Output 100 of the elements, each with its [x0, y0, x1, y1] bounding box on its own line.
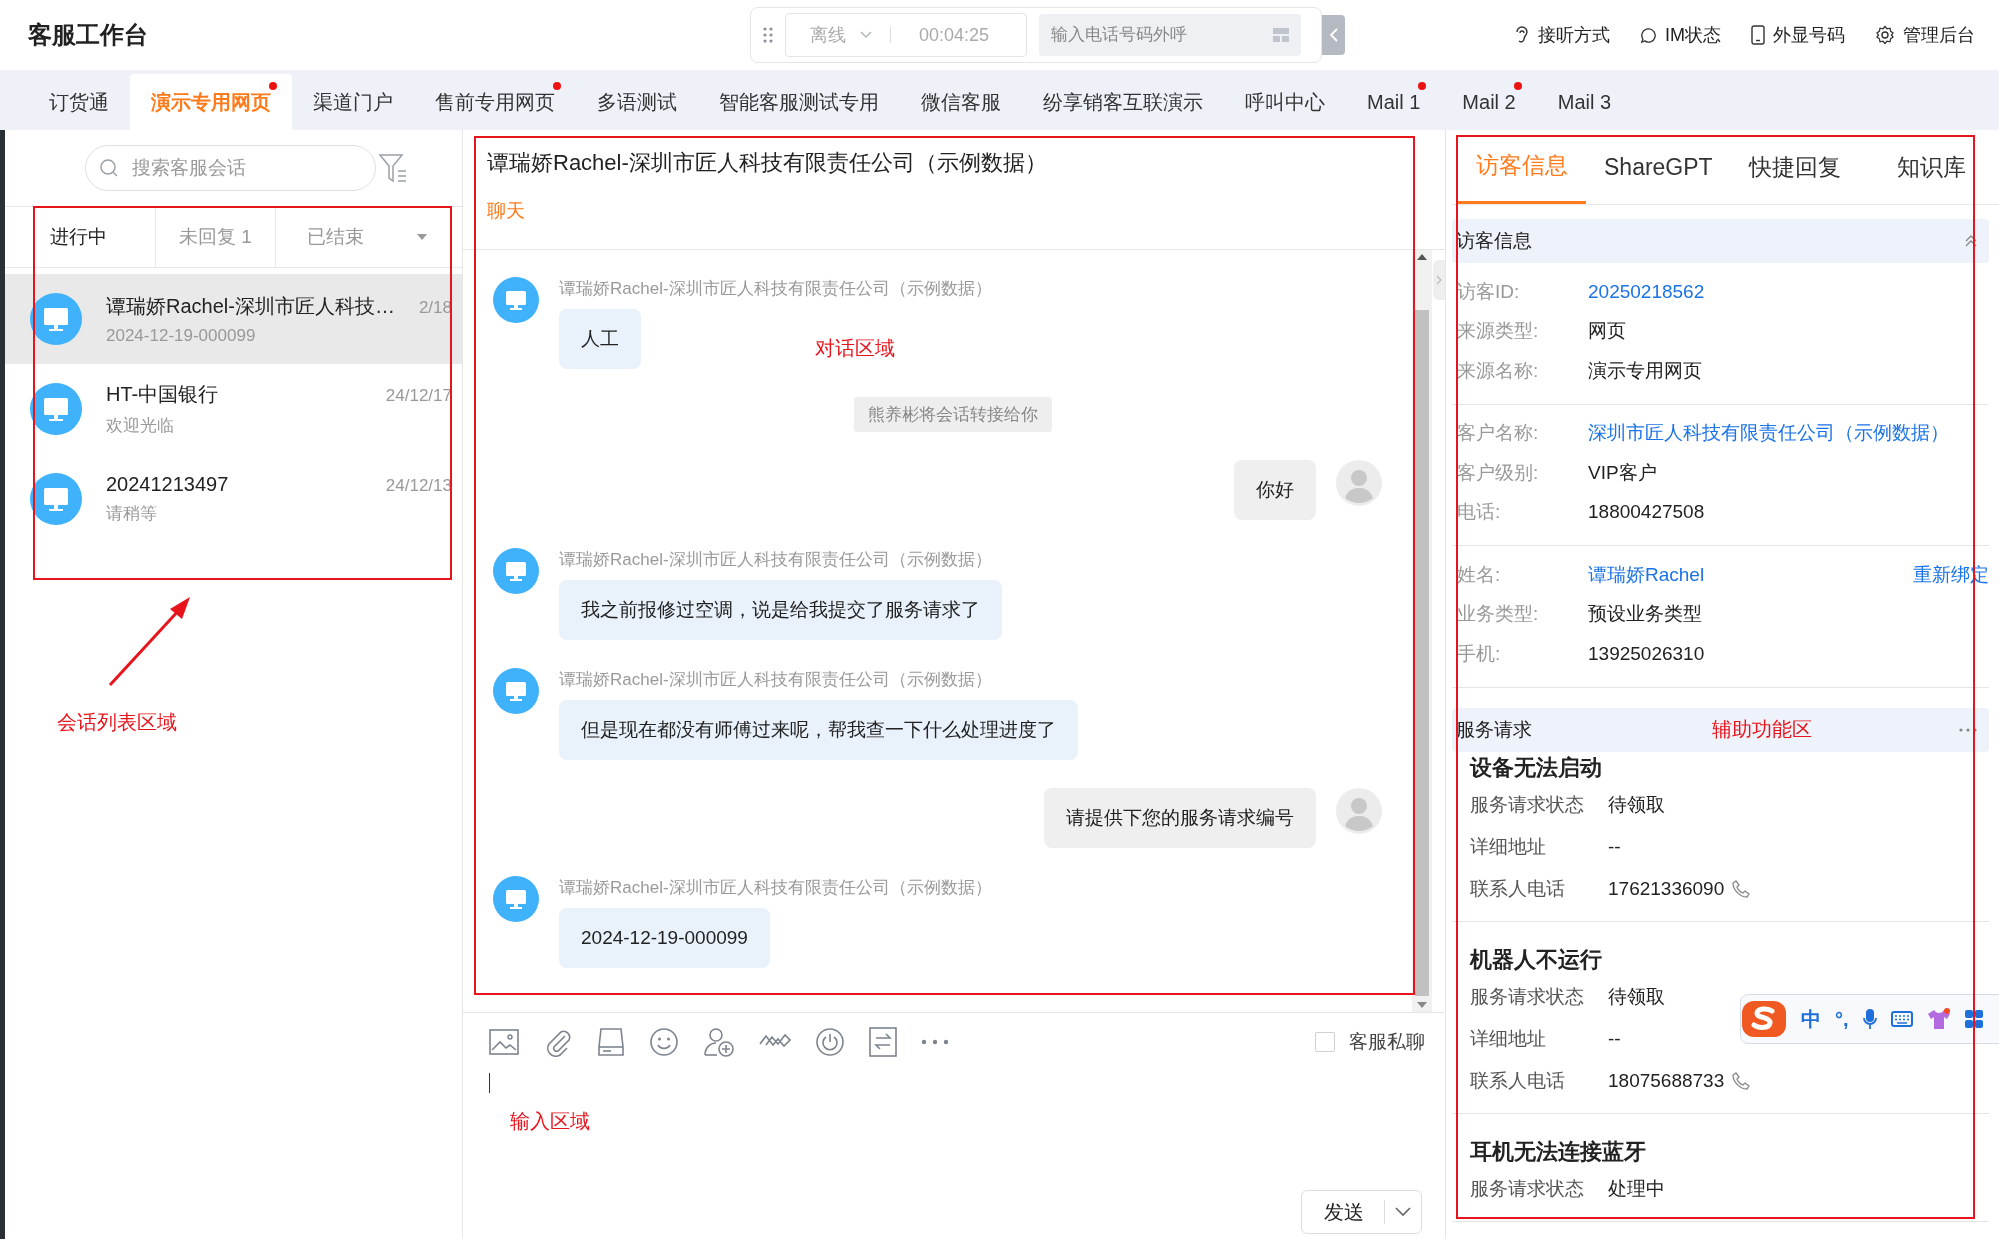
channel-tab[interactable]: 呼叫中心 — [1224, 74, 1346, 130]
session-preview: 欢迎光临 — [106, 415, 175, 437]
panel-tab[interactable]: 知识库 — [1858, 130, 1984, 204]
private-chat-checkbox[interactable] — [1315, 1032, 1335, 1052]
ear-icon[interactable] — [1514, 25, 1530, 45]
scroll-down-icon[interactable] — [1417, 1002, 1427, 1008]
monitor-avatar-icon — [30, 473, 82, 525]
private-chat-label: 客服私聊 — [1349, 1030, 1425, 1054]
header-action[interactable]: 接听方式 — [1514, 23, 1610, 47]
field-label: 姓名: — [1456, 562, 1502, 587]
mobile-phone-icon[interactable] — [1751, 25, 1765, 45]
header-action[interactable]: IM状态 — [1640, 23, 1721, 47]
channel-tab[interactable]: 微信客服 — [900, 74, 1022, 130]
message-bubble: 但是现在都没有师傅过来呢，帮我查一下什么处理进度了 — [559, 700, 1078, 760]
field-label: 详细地址 — [1470, 1026, 1547, 1051]
field-label: 联系人电话 — [1470, 876, 1566, 901]
session-item[interactable]: 20241213497 24/12/13 请稍等 — [5, 454, 462, 544]
section-header[interactable]: 访客信息 — [1452, 219, 1989, 263]
microphone-icon[interactable] — [1862, 1008, 1877, 1030]
field-label: 服务请求状态 — [1470, 984, 1585, 1009]
scroll-up-icon[interactable] — [1417, 254, 1427, 260]
field-link[interactable]: 谭瑞娇Rachel — [1588, 561, 1705, 588]
monitor-avatar-icon — [493, 548, 539, 594]
collapse-icon[interactable] — [1965, 235, 1977, 247]
field-value: 18800427508 — [1588, 501, 1705, 524]
request-title: 设备无法启动 — [1470, 753, 1603, 782]
request-title: 耳机无法连接蓝牙 — [1470, 1137, 1647, 1166]
phone-icon[interactable] — [1732, 1071, 1751, 1090]
monitor-avatar-icon — [493, 277, 539, 323]
monitor-avatar-icon — [493, 876, 539, 922]
panel-tab[interactable]: ShareGPT — [1586, 130, 1731, 204]
annotation-label: 会话列表区域 — [57, 710, 177, 735]
more-icon[interactable] — [921, 1039, 949, 1045]
keyboard-icon[interactable] — [1890, 1011, 1913, 1027]
transfer-icon[interactable] — [869, 1027, 897, 1057]
apps-icon[interactable] — [1964, 1010, 1983, 1028]
dial-field[interactable]: 输入电话号码外呼 — [1039, 14, 1301, 56]
ime-mode[interactable]: 中 — [1801, 1005, 1821, 1033]
field-value: 待领取 — [1608, 792, 1665, 817]
header-action[interactable]: 管理后台 — [1875, 23, 1975, 47]
more-icon[interactable] — [1959, 727, 1977, 732]
session-time: 24/12/17 — [385, 386, 452, 406]
request-title: 机器人不运行 — [1470, 945, 1603, 974]
field-label: 客户级别: — [1456, 460, 1540, 485]
phone-icon[interactable] — [1732, 879, 1751, 898]
field-value: 17621336090 — [1608, 877, 1725, 900]
panel-tab[interactable]: 快捷回复 — [1730, 130, 1859, 204]
annotation-label: 对话区域 — [815, 336, 895, 361]
sender-name: 谭瑞娇Rachel-深圳市匠人科技有限责任公司（示例数据） — [559, 278, 992, 300]
drag-handle-icon[interactable] — [763, 27, 773, 43]
field-label: 服务请求状态 — [1470, 792, 1585, 817]
settings-icon[interactable] — [1875, 25, 1895, 45]
ime-punctuation[interactable]: °, — [1835, 1007, 1849, 1031]
emoji-icon[interactable] — [649, 1027, 679, 1057]
session-name: 谭瑞娇Rachel-深圳市匠人科技… — [106, 293, 395, 319]
field-label: 访客ID: — [1456, 279, 1521, 304]
expand-handle[interactable] — [1433, 260, 1445, 300]
channel-tab[interactable]: 订货通 — [28, 74, 130, 130]
session-name: 20241213497 — [106, 473, 229, 496]
field-value: 网页 — [1588, 319, 1626, 344]
channel-tab[interactable]: 多语测试 — [576, 74, 698, 130]
caret-icon[interactable] — [417, 234, 427, 240]
message-bubble: 请提供下您的服务请求编号 — [1044, 788, 1316, 848]
channel-tab[interactable]: 售前专用网页 — [414, 74, 576, 130]
sender-name: 谭瑞娇Rachel-深圳市匠人科技有限责任公司（示例数据） — [559, 549, 992, 571]
field-value: 待领取 — [1608, 984, 1665, 1009]
channel-tab[interactable]: 智能客服测试专用 — [698, 74, 900, 130]
image-icon[interactable] — [489, 1028, 519, 1056]
monitor-avatar-icon — [493, 668, 539, 714]
field-value: 18075688733 — [1608, 1069, 1725, 1092]
user-avatar-icon — [1336, 788, 1382, 834]
channel-tab[interactable]: Mail 2 — [1441, 74, 1537, 130]
session-preview: 请稍等 — [106, 503, 158, 525]
section-title: 访客信息 — [1456, 229, 1532, 253]
add-user-icon[interactable] — [703, 1027, 735, 1057]
channel-tab[interactable]: Mail 3 — [1536, 74, 1633, 130]
field-value: -- — [1608, 835, 1621, 858]
chevron-left-icon[interactable] — [1329, 28, 1338, 42]
channel-tab[interactable]: 纷享销客互联演示 — [1022, 74, 1224, 130]
field-label: 客户名称: — [1456, 421, 1540, 446]
field-link[interactable]: 20250218562 — [1588, 280, 1705, 303]
power-icon[interactable] — [815, 1027, 845, 1057]
header-action[interactable]: 外显号码 — [1751, 23, 1845, 47]
channel-tab[interactable]: Mail 1 — [1346, 74, 1442, 130]
channel-tab[interactable]: 渠道门户 — [292, 74, 414, 130]
shirt-icon[interactable] — [1926, 1008, 1951, 1030]
field-link[interactable]: 深圳市匠人科技有限责任公司（示例数据） — [1588, 420, 1949, 447]
field-value: 13925026310 — [1588, 642, 1705, 665]
drive-icon[interactable] — [597, 1027, 625, 1057]
message-bubble: 你好 — [1234, 460, 1316, 520]
message-bubble: 人工 — [559, 309, 641, 369]
chevron-down-icon[interactable] — [1395, 1207, 1411, 1217]
session-time: 24/12/13 — [385, 476, 452, 496]
chat-bubble-icon[interactable] — [1640, 26, 1657, 44]
search-field[interactable]: 搜索客服会话 — [85, 145, 376, 191]
ime-logo-icon[interactable] — [1741, 999, 1787, 1039]
scrollbar[interactable] — [1412, 250, 1432, 1012]
app-title: 客服工作台 — [28, 20, 149, 50]
session-item[interactable]: HT-中国银行 24/12/17 欢迎光临 — [5, 364, 462, 454]
filter-icon[interactable] — [378, 152, 408, 184]
